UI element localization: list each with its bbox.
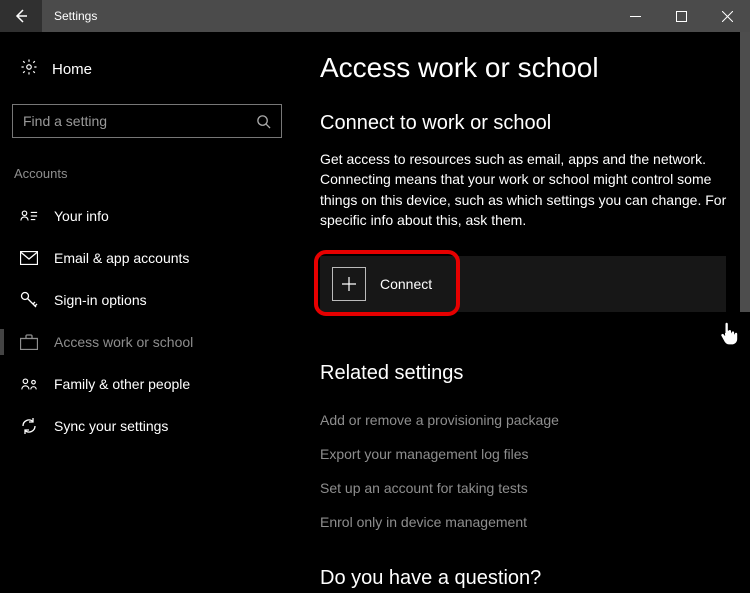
sidebar-item-signin[interactable]: Sign-in options (12, 279, 300, 321)
main-content: Access work or school Connect to work or… (300, 32, 750, 593)
nav-label: Email & app accounts (54, 250, 189, 266)
person-card-icon (20, 207, 38, 225)
sidebar-group-label: Accounts (12, 162, 300, 195)
window-title: Settings (42, 9, 612, 23)
nav-label: Access work or school (54, 334, 193, 350)
minimize-button[interactable] (612, 0, 658, 32)
arrow-left-icon (13, 8, 29, 24)
related-link[interactable]: Enrol only in device management (320, 505, 730, 539)
sidebar-item-access-work[interactable]: Access work or school (12, 321, 300, 363)
connect-label: Connect (380, 276, 432, 292)
sidebar: Home Find a setting Accounts Your info (0, 32, 300, 593)
nav-label: Sync your settings (54, 418, 168, 434)
nav-label: Your info (54, 208, 109, 224)
nav-label: Sign-in options (54, 292, 147, 308)
home-nav[interactable]: Home (12, 52, 300, 86)
question-section: Do you have a question? (320, 567, 730, 590)
search-placeholder: Find a setting (23, 113, 256, 129)
briefcase-icon (20, 333, 38, 351)
related-settings: Related settings Add or remove a provisi… (320, 362, 730, 539)
home-label: Home (52, 61, 92, 78)
back-button[interactable] (0, 0, 42, 32)
search-input[interactable]: Find a setting (12, 104, 282, 138)
gear-icon (20, 58, 38, 80)
sidebar-item-sync[interactable]: Sync your settings (12, 405, 300, 447)
nav-label: Family & other people (54, 376, 190, 392)
maximize-button[interactable] (658, 0, 704, 32)
people-icon (20, 375, 38, 393)
section-heading: Connect to work or school (320, 112, 730, 135)
related-heading: Related settings (320, 362, 730, 385)
related-link[interactable]: Add or remove a provisioning package (320, 403, 730, 437)
sidebar-item-email[interactable]: Email & app accounts (12, 237, 300, 279)
sidebar-item-your-info[interactable]: Your info (12, 195, 300, 237)
maximize-icon (676, 11, 687, 22)
question-heading: Do you have a question? (320, 567, 730, 590)
section-description: Get access to resources such as email, a… (320, 149, 730, 230)
minimize-icon (630, 11, 641, 22)
scrollbar[interactable] (740, 32, 750, 593)
sidebar-item-family[interactable]: Family & other people (12, 363, 300, 405)
related-link[interactable]: Export your management log files (320, 437, 730, 471)
cursor-pointer-icon (718, 320, 740, 346)
titlebar: Settings (0, 0, 750, 32)
sync-icon (20, 417, 38, 435)
page-heading: Access work or school (320, 52, 730, 84)
related-link[interactable]: Set up an account for taking tests (320, 471, 730, 505)
key-icon (20, 291, 38, 309)
close-button[interactable] (704, 0, 750, 32)
mail-icon (20, 249, 38, 267)
scrollbar-thumb[interactable] (740, 32, 750, 312)
close-icon (722, 11, 733, 22)
plus-icon (332, 267, 366, 301)
connect-button[interactable]: Connect (320, 256, 726, 312)
search-icon (256, 114, 271, 129)
